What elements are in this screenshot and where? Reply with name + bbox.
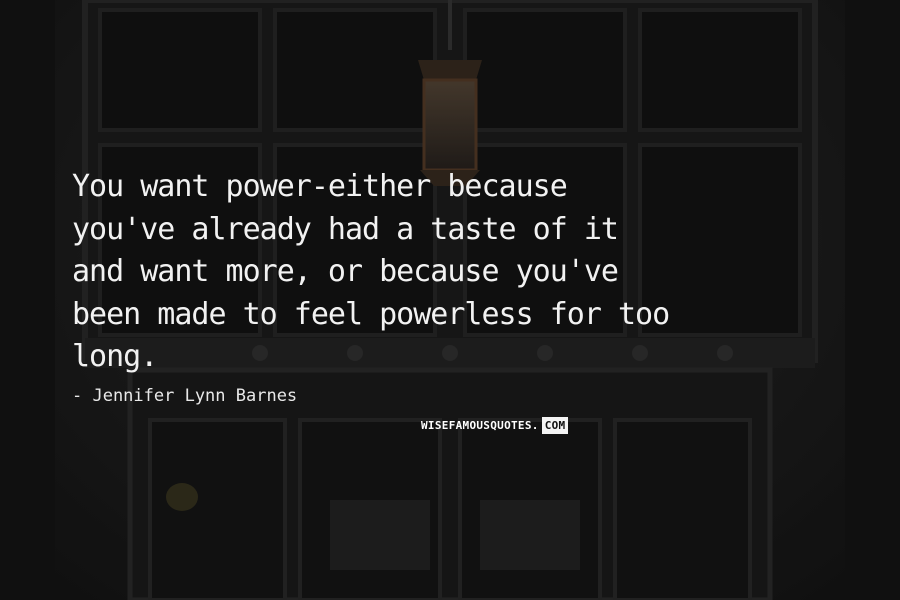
watermark-text: WISEFAMOUSQUOTES. xyxy=(421,419,539,432)
quote-line: you've already had a taste of it xyxy=(72,211,619,247)
quote-line: and want more, or because you've xyxy=(72,254,619,289)
quote-line: long. xyxy=(72,339,158,374)
quote-author: - Jennifer Lynn Barnes xyxy=(72,386,298,406)
site-watermark: WISEFAMOUSQUOTES. COM xyxy=(421,417,569,434)
quote-text: You want power-either because you've alr… xyxy=(72,166,872,379)
watermark-suffix: COM xyxy=(541,417,569,434)
quote-line: You want power-either because xyxy=(72,169,568,204)
quote-card: You want power-either because you've alr… xyxy=(0,0,900,600)
quote-line: been made to feel powerless for too xyxy=(72,296,670,332)
